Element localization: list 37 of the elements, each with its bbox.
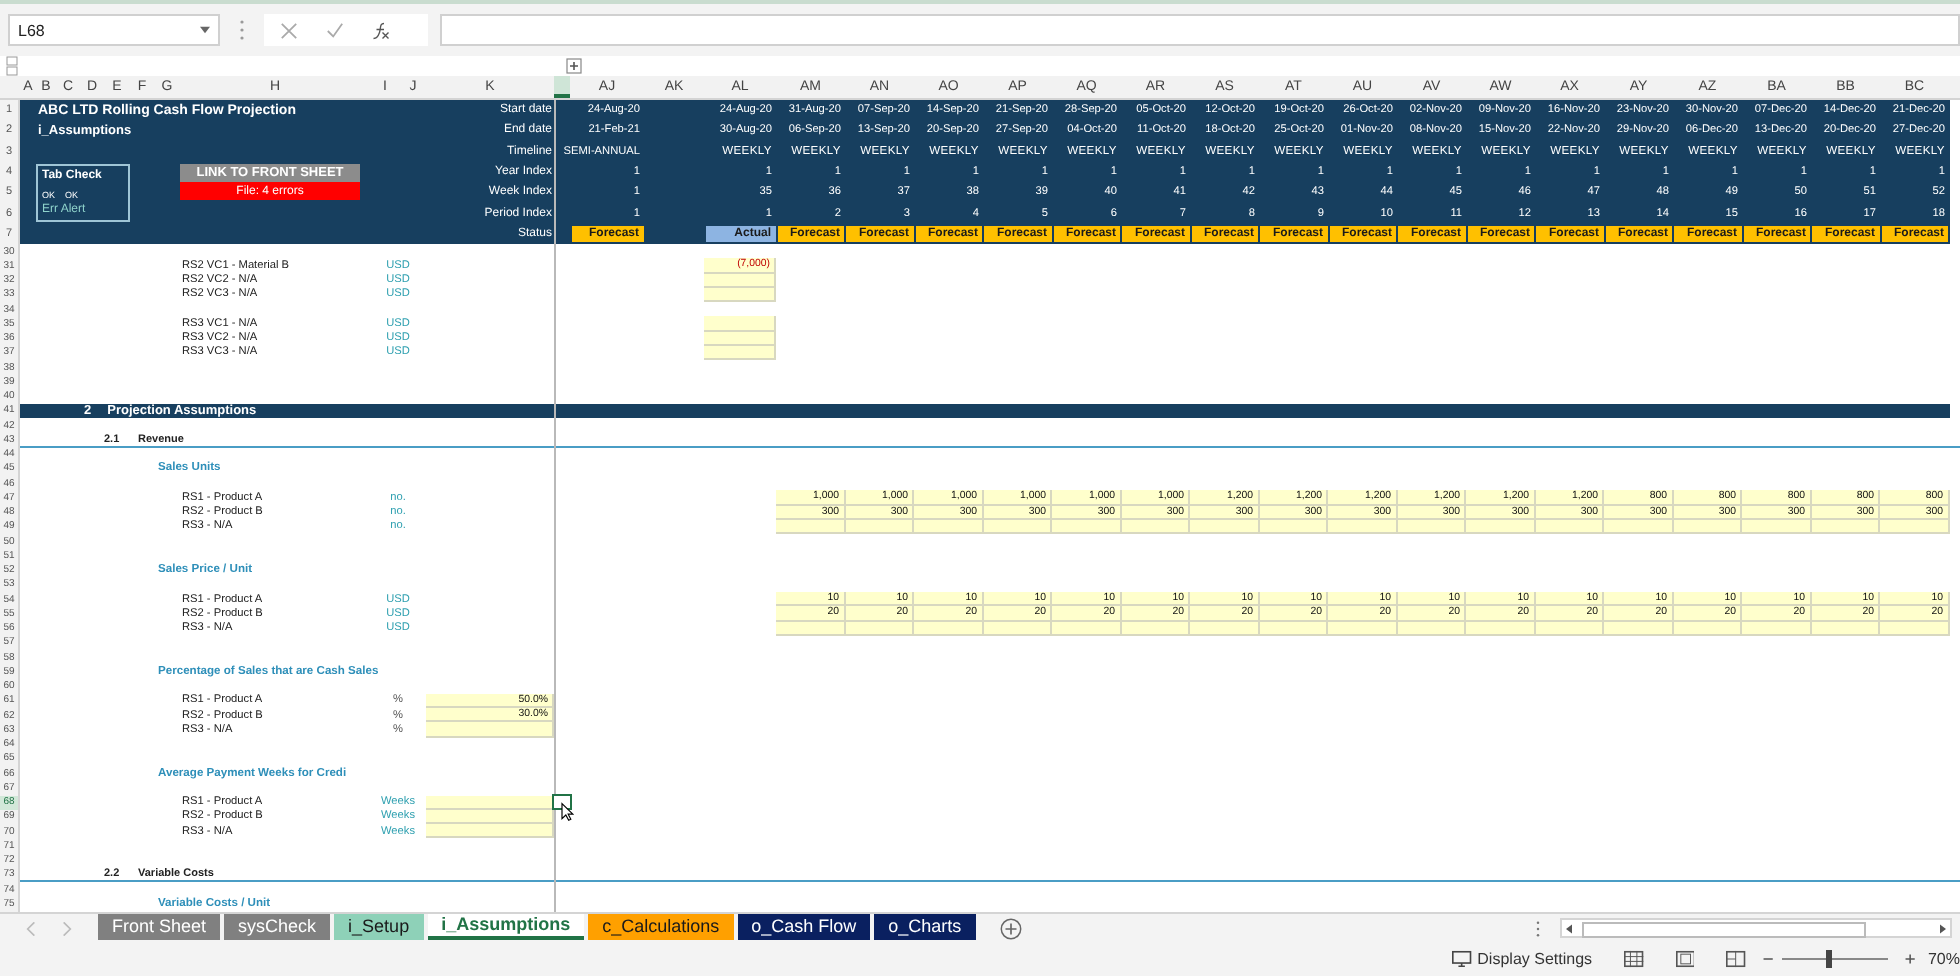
mouse-cursor-icon — [560, 801, 574, 822]
horizontal-scrollbar[interactable] — [1560, 918, 1952, 939]
sheet-tab[interactable]: Front Sheet — [98, 913, 221, 940]
active-cell[interactable] — [552, 794, 572, 811]
expand-icon[interactable] — [566, 58, 582, 74]
previous-sheet-icon[interactable] — [26, 921, 36, 936]
scroll-left-icon[interactable] — [1566, 923, 1572, 934]
dropdown-caret-icon[interactable] — [200, 26, 210, 34]
zoom-slider-thumb[interactable] — [1826, 950, 1833, 969]
sheet-tab[interactable]: o_Charts — [874, 913, 976, 940]
zoom-in-icon[interactable] — [1903, 952, 1916, 967]
cancel-icon[interactable] — [280, 21, 298, 39]
check-icon[interactable] — [326, 21, 344, 39]
function-icon[interactable] — [372, 21, 390, 39]
sheet-tab[interactable]: o_Cash Flow — [737, 913, 871, 940]
normal-view-icon[interactable] — [1624, 950, 1644, 969]
next-sheet-icon[interactable] — [62, 921, 72, 936]
input-cell[interactable] — [704, 316, 776, 332]
selected-column-header[interactable] — [554, 76, 570, 98]
formula-field[interactable] — [440, 14, 1960, 46]
input-cell[interactable] — [426, 795, 554, 810]
cell-reference: L68 — [18, 21, 45, 39]
sheet-tab[interactable]: i_Setup — [334, 913, 424, 940]
sheet-tab[interactable]: c_Calculations — [588, 913, 734, 940]
display-settings-label[interactable]: Display Settings — [1477, 950, 1593, 969]
page-break-preview-icon[interactable] — [1726, 950, 1746, 969]
input-cell[interactable] — [426, 722, 554, 738]
sheet-tab[interactable]: sysCheck — [224, 913, 331, 940]
name-box[interactable]: L68 — [8, 14, 220, 46]
display-settings-icon[interactable] — [1452, 950, 1472, 969]
sheet-tab[interactable]: i_Assumptions — [427, 913, 585, 940]
zoom-level: 70% — [1927, 950, 1960, 969]
page-layout-icon[interactable] — [1675, 950, 1695, 969]
outline-level-icon[interactable] — [6, 56, 18, 76]
add-sheet-icon[interactable] — [999, 917, 1022, 940]
scroll-right-icon[interactable] — [1940, 923, 1946, 934]
input-cell[interactable] — [426, 824, 554, 839]
